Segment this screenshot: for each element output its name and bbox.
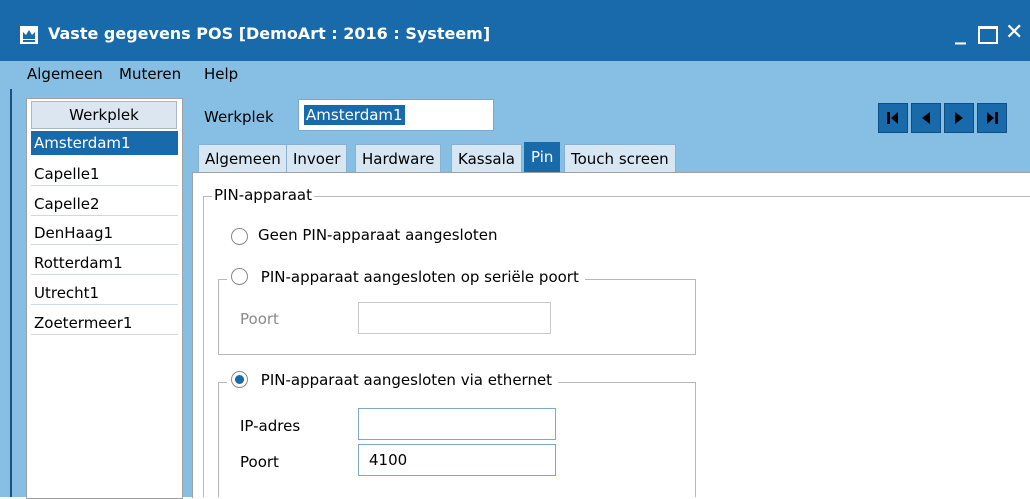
radio-serial-port-label[interactable]: PIN-apparaat aangesloten op seriële poor… bbox=[261, 268, 579, 286]
next-record-button[interactable] bbox=[944, 103, 974, 133]
last-record-button[interactable] bbox=[977, 103, 1007, 133]
ethernet-option-title: PIN-apparaat aangesloten via ethernet bbox=[227, 371, 559, 389]
list-header[interactable]: Werkplek bbox=[31, 101, 177, 129]
list-item[interactable]: Rotterdam1 bbox=[31, 251, 178, 275]
first-record-button[interactable] bbox=[878, 103, 908, 133]
close-button[interactable]: ✕ bbox=[1005, 18, 1023, 48]
last-record-icon bbox=[987, 112, 998, 124]
radio-serial-port[interactable] bbox=[231, 268, 248, 285]
menu-algemeen[interactable]: Algemeen bbox=[27, 65, 103, 83]
tab-touch-screen[interactable]: Touch screen bbox=[564, 144, 676, 172]
werkplek-value: Amsterdam1 bbox=[304, 105, 405, 125]
app-crown-icon bbox=[20, 26, 38, 44]
list-item[interactable]: Utrecht1 bbox=[31, 281, 178, 305]
menu-help[interactable]: Help bbox=[204, 65, 238, 83]
werkplek-input[interactable]: Amsterdam1 bbox=[298, 99, 494, 131]
menu-muteren[interactable]: Muteren bbox=[119, 65, 181, 83]
werkplek-label: Werkplek bbox=[204, 108, 274, 126]
minimize-button[interactable]: _ bbox=[955, 18, 966, 48]
radio-ethernet[interactable] bbox=[231, 371, 248, 388]
maximize-button[interactable] bbox=[978, 18, 998, 53]
list-item[interactable]: Amsterdam1 bbox=[31, 131, 178, 155]
tab-algemeen[interactable]: Algemeen bbox=[198, 144, 288, 172]
tab-invoer[interactable]: Invoer bbox=[286, 144, 348, 172]
title-bar: Vaste gegevens POS [DemoArt : 2016 : Sys… bbox=[0, 0, 1030, 61]
list-item[interactable]: DenHaag1 bbox=[31, 221, 178, 245]
radio-ethernet-label[interactable]: PIN-apparaat aangesloten via ethernet bbox=[261, 371, 552, 389]
tab-hardware[interactable]: Hardware bbox=[355, 144, 442, 172]
serial-option-title: PIN-apparaat aangesloten op seriële poor… bbox=[227, 268, 585, 286]
radio-no-pin-device-label[interactable]: Geen PIN-apparaat aangesloten bbox=[258, 226, 498, 244]
next-record-icon bbox=[955, 112, 963, 124]
ethernet-port-label: Poort bbox=[240, 453, 279, 471]
ip-address-input[interactable] bbox=[358, 408, 556, 440]
tab-pin[interactable]: Pin bbox=[524, 142, 561, 172]
previous-record-button[interactable] bbox=[911, 103, 941, 133]
pin-apparaat-group-title: PIN-apparaat bbox=[212, 186, 314, 204]
ip-address-label: IP-adres bbox=[240, 417, 301, 435]
window-title: Vaste gegevens POS [DemoArt : 2016 : Sys… bbox=[48, 24, 491, 43]
maximize-icon bbox=[978, 26, 998, 44]
serial-port-input[interactable] bbox=[358, 302, 551, 334]
serial-port-label: Poort bbox=[240, 310, 279, 328]
list-item[interactable]: Capelle2 bbox=[31, 192, 178, 216]
tab-kassala[interactable]: Kassala bbox=[451, 144, 522, 172]
first-record-icon bbox=[887, 112, 898, 124]
ethernet-port-input[interactable]: 4100 bbox=[358, 444, 556, 476]
werkplek-list: Werkplek Amsterdam1 Capelle1 Capelle2 De… bbox=[26, 98, 183, 499]
list-item[interactable]: Zoetermeer1 bbox=[31, 311, 178, 335]
window-left-edge bbox=[10, 89, 12, 497]
previous-record-icon bbox=[922, 112, 930, 124]
menu-bar: Algemeen Muteren Help bbox=[0, 61, 1030, 89]
list-item[interactable]: Capelle1 bbox=[31, 162, 178, 186]
radio-no-pin-device[interactable] bbox=[231, 228, 248, 245]
